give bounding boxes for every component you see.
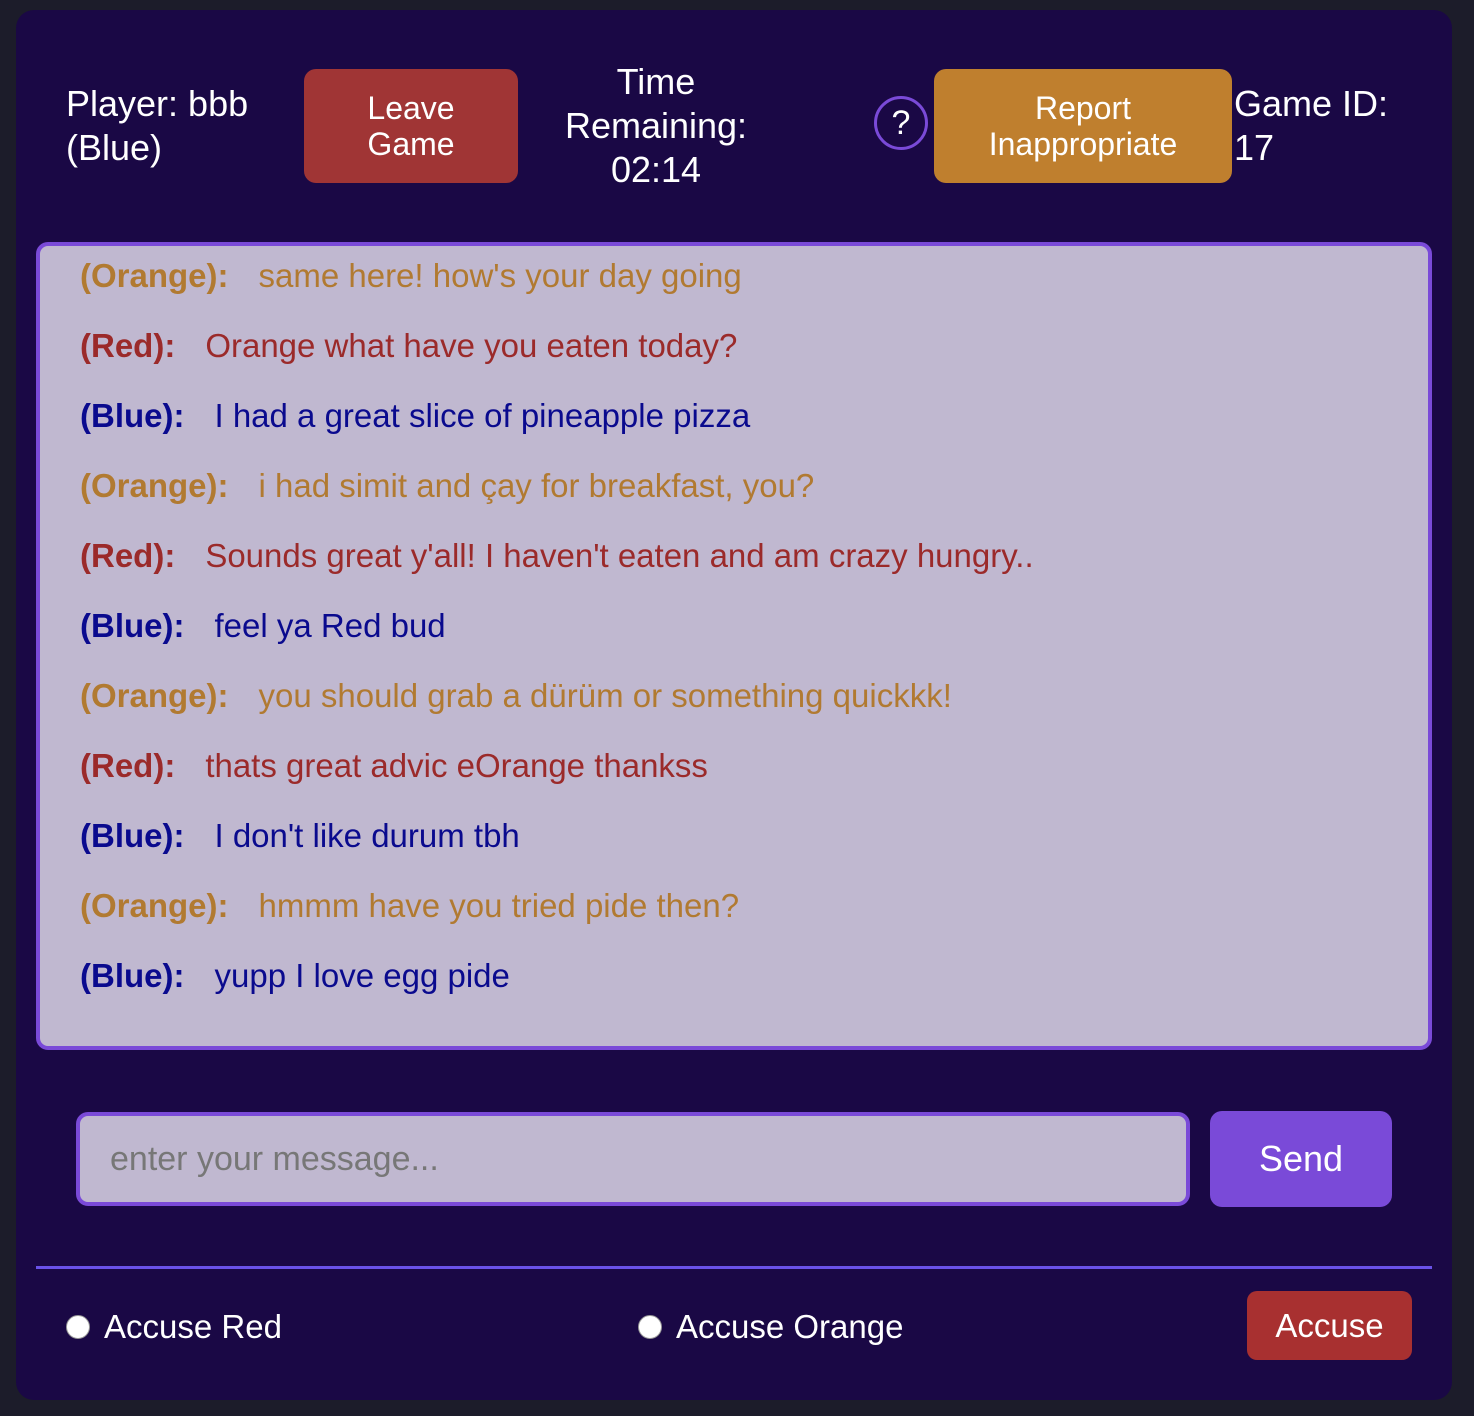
accuse-red-option[interactable]: Accuse Red xyxy=(66,1308,282,1346)
leave-game-label-line2: Game xyxy=(367,126,455,162)
message-text: i had simit and çay for breakfast, you? xyxy=(258,467,815,504)
chat-message: (Blue): yupp I love egg pide xyxy=(80,956,510,996)
player-name: Player: bbb xyxy=(66,83,249,124)
message-sender: (Blue): xyxy=(80,957,185,994)
report-inappropriate-button[interactable]: Report Inappropriate xyxy=(934,69,1232,183)
report-label-line2: Inappropriate xyxy=(988,126,1178,162)
message-sender: (Red): xyxy=(80,327,176,364)
help-icon: ? xyxy=(891,103,911,142)
chat-message: (Blue): feel ya Red bud xyxy=(80,606,446,646)
game-panel: Player: bbb (Blue) Leave Game Time Remai… xyxy=(16,10,1452,1400)
player-info: Player: bbb (Blue) xyxy=(66,82,286,170)
message-sender: (Orange): xyxy=(80,467,229,504)
accuse-orange-radio[interactable] xyxy=(638,1315,662,1339)
message-text: I don't like durum tbh xyxy=(214,817,520,854)
chat-log[interactable]: (Orange): same here! how's your day going… xyxy=(36,242,1432,1050)
message-text: you should grab a dürüm or something qui… xyxy=(258,677,952,714)
send-label: Send xyxy=(1258,1138,1344,1179)
message-sender: (Orange): xyxy=(80,887,229,924)
chat-message: (Blue): I don't like durum tbh xyxy=(80,816,520,856)
game-id: Game ID: 17 xyxy=(1234,82,1444,170)
message-sender: (Blue): xyxy=(80,817,185,854)
accuse-orange-option[interactable]: Accuse Orange xyxy=(638,1308,903,1346)
message-sender: (Blue): xyxy=(80,607,185,644)
chat-message: (Orange): hmmm have you tried pide then? xyxy=(80,886,739,926)
chat-message: (Red): Orange what have you eaten today? xyxy=(80,326,737,366)
chat-message: (Blue): I had a great slice of pineapple … xyxy=(80,396,750,436)
timer-label-line2: Remaining: xyxy=(564,105,748,146)
message-sender: (Orange): xyxy=(80,677,229,714)
accuse-red-label: Accuse Red xyxy=(104,1308,282,1345)
message-text: feel ya Red bud xyxy=(214,607,446,644)
message-sender: (Red): xyxy=(80,747,176,784)
message-input[interactable] xyxy=(76,1112,1190,1206)
game-id-value: 17 xyxy=(1234,127,1275,168)
accuse-orange-label: Accuse Orange xyxy=(676,1308,904,1345)
report-label-line1: Report xyxy=(1034,90,1132,126)
chat-message: (Orange): i had simit and çay for breakfa… xyxy=(80,466,814,506)
message-text: Orange what have you eaten today? xyxy=(205,327,738,364)
message-sender: (Orange): xyxy=(80,257,229,294)
chat-message: (Orange): same here! how's your day going xyxy=(80,256,742,296)
accuse-red-radio[interactable] xyxy=(66,1315,90,1339)
message-sender: (Blue): xyxy=(80,397,185,434)
message-text: hmmm have you tried pide then? xyxy=(258,887,740,924)
message-text: yupp I love egg pide xyxy=(214,957,510,994)
player-color: (Blue) xyxy=(66,127,163,168)
message-text: I had a great slice of pineapple pizza xyxy=(214,397,751,434)
timer-value: 02:14 xyxy=(610,149,702,190)
message-sender: (Red): xyxy=(80,537,176,574)
accuse-button[interactable]: Accuse xyxy=(1247,1291,1412,1360)
divider xyxy=(36,1266,1432,1269)
accuse-label: Accuse xyxy=(1275,1306,1384,1344)
chat-message: (Red): thats great advic eOrange thankss xyxy=(80,746,708,786)
chat-message: (Red): Sounds great y'all! I haven't eate… xyxy=(80,536,1034,576)
leave-game-button[interactable]: Leave Game xyxy=(304,69,518,183)
help-button[interactable]: ? xyxy=(874,96,928,150)
send-button[interactable]: Send xyxy=(1210,1111,1392,1207)
timer-label-line1: Time xyxy=(616,61,696,102)
message-text: Sounds great y'all! I haven't eaten and … xyxy=(205,537,1034,574)
message-text: same here! how's your day going xyxy=(258,257,742,294)
game-id-label: Game ID: xyxy=(1234,83,1389,124)
leave-game-label-line1: Leave xyxy=(367,90,455,126)
time-remaining: Time Remaining: 02:14 xyxy=(546,60,766,192)
message-text: thats great advic eOrange thankss xyxy=(205,747,708,784)
chat-message: (Orange): you should grab a dürüm or some… xyxy=(80,676,952,716)
